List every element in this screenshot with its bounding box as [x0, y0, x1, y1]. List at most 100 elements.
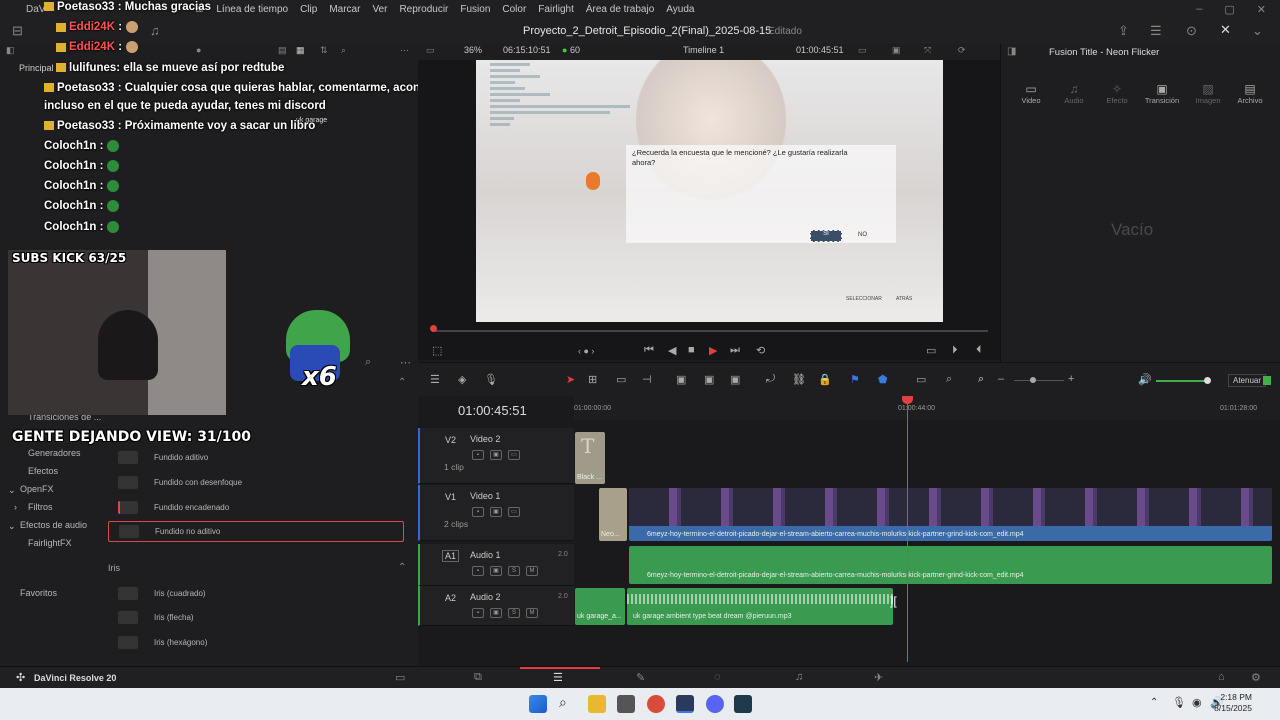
start-icon[interactable]: [529, 695, 547, 713]
more-icon[interactable]: ⋯: [400, 45, 409, 56]
viewer-mode-icon[interactable]: ▭: [426, 45, 435, 56]
fx-non-additive-dissolve[interactable]: Fundido no aditivo: [108, 521, 404, 542]
timeline-name[interactable]: Timeline 1: [683, 45, 724, 55]
page-fairlight-icon[interactable]: ♫: [795, 671, 803, 683]
link-icon[interactable]: ⛓: [792, 373, 806, 386]
fx-iris-square[interactable]: Iris (cuadrado): [108, 583, 404, 604]
mic-icon[interactable]: 🎙: [484, 373, 498, 386]
page-fusion-icon[interactable]: ✎: [636, 671, 645, 684]
menu-fusion[interactable]: Fusion: [460, 4, 490, 15]
lock-icon[interactable]: 🔒: [818, 373, 832, 386]
mute-icon[interactable]: M: [526, 608, 538, 618]
menu-playback[interactable]: Reproducir: [399, 4, 448, 15]
select-tool-icon[interactable]: ➤: [566, 373, 575, 386]
maximize-icon[interactable]: ▢: [1224, 3, 1234, 16]
page-cut-icon[interactable]: ⧉: [474, 671, 482, 684]
prev-frame-icon[interactable]: ⏴: [976, 344, 982, 357]
dynamic-trim-icon[interactable]: ▭: [616, 373, 626, 386]
sort-icon[interactable]: ⇅: [320, 45, 328, 56]
clip-audio-1[interactable]: 6meyz-hoy-termino-el-detroit-picado-deja…: [629, 546, 1272, 584]
track-v1[interactable]: V1 Video 1 ▪ ▣ ▭ 2 clips: [418, 485, 574, 541]
zoom-detail-icon[interactable]: ⌕: [946, 373, 952, 386]
volume-handle[interactable]: [1204, 377, 1211, 384]
network-icon[interactable]: ◉: [1192, 696, 1202, 709]
nav-effects[interactable]: Efectos: [28, 466, 58, 476]
clip-audio-2[interactable]: uk garage ambient type beat dream @pieru…: [627, 588, 893, 625]
menu-timeline[interactable]: Línea de tiempo: [216, 4, 288, 15]
inspector-icon[interactable]: ✕: [1220, 22, 1231, 38]
discord-icon[interactable]: [706, 695, 724, 713]
nav-generators[interactable]: Generadores: [28, 448, 81, 458]
display-icon[interactable]: ▣: [892, 45, 901, 56]
zoom-custom-icon[interactable]: ⌕: [978, 373, 984, 386]
resolve-taskbar-icon[interactable]: [676, 695, 694, 713]
zoom-slider-handle[interactable]: [1030, 377, 1036, 383]
home-icon[interactable]: ⌂: [1218, 671, 1225, 683]
tab-file[interactable]: ▤ Archivo: [1225, 82, 1275, 105]
menu-help[interactable]: Ayuda: [666, 4, 694, 15]
effects-more-icon[interactable]: ⋯: [400, 356, 411, 369]
panel-toggle-icon[interactable]: ◧: [6, 45, 15, 56]
nav-openfx[interactable]: OpenFX: [20, 484, 54, 494]
fx-cross-dissolve[interactable]: Fundido encadenado: [108, 497, 404, 518]
go-to-start-icon[interactable]: ⏮: [644, 344, 654, 357]
mute-icon[interactable]: M: [526, 566, 538, 576]
trim-tool-icon[interactable]: ⊞: [588, 373, 597, 386]
timeline-ruler[interactable]: 01:00:00:00 01:00:44:00 01:01:28:00: [574, 396, 1280, 420]
zoom-out-icon[interactable]: –: [998, 373, 1004, 385]
tab-transition[interactable]: ▣ Transición: [1137, 82, 1187, 105]
iris-section-title[interactable]: Iris: [108, 563, 120, 573]
menu-mark[interactable]: Marcar: [329, 4, 360, 15]
track-visibility-icon[interactable]: ▭: [508, 450, 520, 460]
track-visibility-icon[interactable]: ▭: [508, 507, 520, 517]
app-menu[interactable]: DaV: [26, 4, 45, 15]
page-media-icon[interactable]: ▭: [395, 671, 405, 684]
zoom-level[interactable]: 36%: [464, 45, 482, 55]
expand-audio-effects-icon[interactable]: ⌄: [8, 521, 16, 532]
solo-icon[interactable]: S: [508, 608, 520, 618]
track-v2[interactable]: V2 Video 2 ▪ ▣ ▭ 1 clip: [418, 428, 574, 484]
jog-icon[interactable]: ‹ ● ›: [578, 346, 594, 356]
fx-blur-dissolve[interactable]: Fundido con desenfoque: [108, 472, 404, 493]
fx-iris-arrow[interactable]: Iris (flecha): [108, 607, 404, 628]
play-reverse-icon[interactable]: ◀: [668, 344, 676, 357]
viewer-frame[interactable]: ¿Recuerda la encuesta que le mencioné? ¿…: [476, 60, 943, 322]
tab-effect[interactable]: ✧ Efecto: [1092, 82, 1142, 105]
clip-black-title[interactable]: T Black ...: [575, 432, 605, 484]
nav-fairlightfx[interactable]: FairlightFX: [28, 538, 72, 548]
zoom-full-icon[interactable]: ▭: [916, 373, 926, 386]
nav-filters[interactable]: Filtros: [28, 502, 53, 512]
auto-select-icon[interactable]: ▣: [490, 608, 502, 618]
grid-view-icon[interactable]: ▦: [296, 45, 305, 56]
flag-icon[interactable]: ⚑: [850, 373, 860, 386]
snap-icon[interactable]: ◈: [458, 373, 466, 386]
crop-icon[interactable]: ⬚: [432, 344, 442, 357]
zoom-in-icon[interactable]: +: [1068, 373, 1074, 385]
insert-clip-icon[interactable]: ▣: [676, 373, 686, 386]
track-a1[interactable]: A1 Audio 1 2.0 ▪ ▣ S M: [418, 544, 574, 586]
auto-select-icon[interactable]: ▣: [490, 507, 502, 517]
go-to-end-icon[interactable]: ⏭: [730, 344, 740, 357]
marker-icon[interactable]: ⬟: [878, 373, 888, 386]
tray-chevron-icon[interactable]: ⌃: [1150, 697, 1158, 708]
viewer-options-icon[interactable]: ▭: [858, 45, 867, 56]
system-clock[interactable]: 2:18 PM 8/15/2025: [1214, 692, 1252, 714]
list-view-icon[interactable]: ▤: [278, 45, 287, 56]
nav-favorites[interactable]: Favoritos: [20, 588, 57, 598]
mixer-icon[interactable]: ☰: [1150, 23, 1162, 39]
scrubber-handle[interactable]: [430, 325, 437, 332]
transform-icon[interactable]: ⤧: [924, 45, 931, 56]
solo-icon[interactable]: S: [508, 566, 520, 576]
share-icon[interactable]: ⇪: [1118, 23, 1129, 39]
lock-track-icon[interactable]: ▪: [472, 507, 484, 517]
track-a2[interactable]: A2 Audio 2 2.0 ▪ ▣ S M: [418, 586, 574, 626]
clip-audio-2-short[interactable]: uk garage_a...: [575, 588, 625, 625]
store-icon[interactable]: [617, 695, 635, 713]
fx-iris-hexagon[interactable]: Iris (hexágono): [108, 632, 404, 653]
overwrite-clip-icon[interactable]: ▣: [704, 373, 714, 386]
nav-audio-effects[interactable]: Efectos de audio: [20, 520, 87, 530]
match-frame-icon[interactable]: ▭: [926, 344, 936, 357]
media-pool-icon[interactable]: ⊟: [12, 23, 23, 39]
page-deliver-icon[interactable]: ✈: [874, 671, 883, 684]
sound-library-icon[interactable]: ♫: [150, 23, 160, 38]
